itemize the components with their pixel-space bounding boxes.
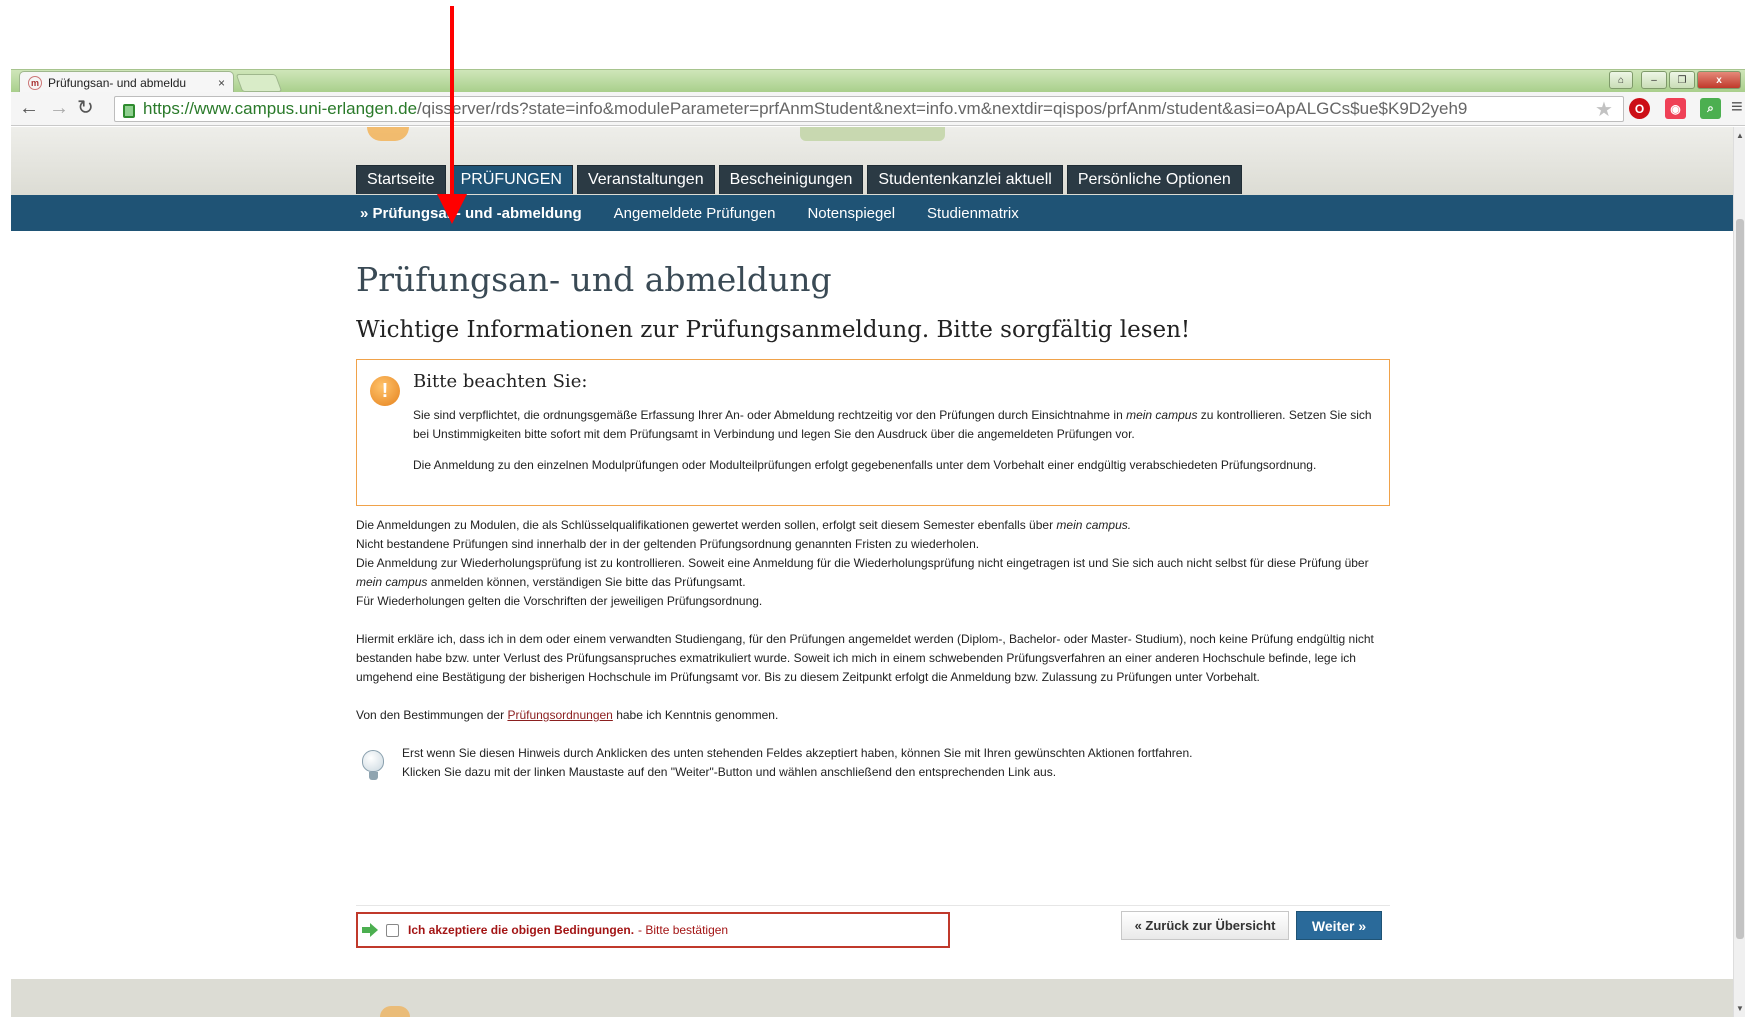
- scroll-thumb[interactable]: [1736, 219, 1744, 939]
- accept-conditions-field[interactable]: Ich akzeptiere die obigen Bedingungen. -…: [356, 912, 950, 948]
- address-bar[interactable]: https://www.campus.uni-erlangen.de /qiss…: [114, 96, 1624, 122]
- accept-hint: - Bitte bestätigen: [638, 923, 729, 937]
- regulations-paragraph: Von den Bestimmungen der Prüfungsordnung…: [356, 708, 779, 722]
- scrollbar[interactable]: ▲ ▼: [1733, 127, 1745, 1017]
- scroll-down-icon[interactable]: ▼: [1734, 1004, 1745, 1013]
- main-tab-startseite[interactable]: Startseite: [356, 165, 446, 194]
- main-tab-veranstaltungen[interactable]: Veranstaltungen: [576, 165, 715, 194]
- hint-text: Erst wenn Sie diesen Hinweis durch Ankli…: [402, 746, 1193, 779]
- notice-box: ! Bitte beachten Sie: Sie sind verpflich…: [356, 359, 1390, 506]
- new-tab-button[interactable]: [235, 74, 283, 92]
- green-extension-icon[interactable]: ⌕: [1700, 98, 1721, 119]
- scroll-up-icon[interactable]: ▲: [1734, 131, 1745, 140]
- user-icon[interactable]: ⌂: [1609, 71, 1633, 89]
- back-icon[interactable]: ←: [19, 98, 39, 118]
- browser-tab-title: Prüfungsan- und abmeldu: [48, 76, 187, 90]
- minimize-button[interactable]: –: [1641, 71, 1667, 89]
- header-decoration: [800, 127, 945, 141]
- screenshot-stage: m Prüfungsan- und abmeldu × ⌂ – ❐ x ← → …: [0, 0, 1745, 1017]
- main-content: Prüfungsan- und abmeldung Wichtige Infor…: [356, 260, 1390, 812]
- warning-icon: !: [370, 376, 400, 406]
- tab-close-icon[interactable]: ×: [218, 76, 225, 90]
- menu-icon[interactable]: ≡: [1731, 96, 1743, 119]
- notice-paragraph-1: Sie sind verpflichtet, die ordnungsgemäß…: [413, 408, 1372, 441]
- forward-icon[interactable]: →: [49, 98, 69, 118]
- declaration-paragraph: Hiermit erkläre ich, dass ich in dem ode…: [356, 632, 1374, 684]
- main-tab-pruefungen[interactable]: PRÜFUNGEN: [449, 165, 573, 194]
- subnav-item-studienmatrix[interactable]: Studienmatrix: [927, 205, 1019, 222]
- main-tab-bescheinigungen[interactable]: Bescheinigungen: [718, 165, 864, 194]
- annotation-arrow-head: [437, 194, 467, 224]
- maximize-button[interactable]: ❐: [1669, 71, 1695, 89]
- arrow-right-icon: [362, 923, 378, 937]
- pocket-icon[interactable]: ◉: [1665, 98, 1686, 119]
- annotation-arrow-line: [450, 6, 454, 196]
- pruefungsordnungen-link[interactable]: Prüfungsordnungen: [507, 708, 612, 722]
- accept-label[interactable]: Ich akzeptiere die obigen Bedingungen.: [408, 923, 634, 937]
- lock-icon: [123, 104, 135, 118]
- form-divider: [356, 905, 1390, 906]
- sub-navigation: » Prüfungsan- und -abmeldung Angemeldete…: [11, 195, 1733, 231]
- main-navigation: Startseite PRÜFUNGEN Veranstaltungen Bes…: [356, 165, 1242, 194]
- page-footer: [11, 979, 1733, 1017]
- browser-tab-strip: m Prüfungsan- und abmeldu × ⌂ – ❐ x: [11, 69, 1745, 94]
- lightbulb-icon: [362, 750, 384, 772]
- url-path: /qisserver/rds?state=info&moduleParamete…: [417, 99, 1468, 118]
- page-subtitle: Wichtige Informationen zur Prüfungsanmel…: [356, 317, 1191, 343]
- next-button[interactable]: Weiter »: [1296, 911, 1382, 940]
- site-favicon-icon: m: [28, 76, 42, 90]
- main-tab-studentenkanzlei[interactable]: Studentenkanzlei aktuell: [867, 165, 1063, 194]
- footer-decoration: [380, 1006, 410, 1017]
- close-window-button[interactable]: x: [1697, 71, 1741, 89]
- opera-icon[interactable]: O: [1629, 98, 1650, 119]
- browser-tab[interactable]: m Prüfungsan- und abmeldu ×: [19, 71, 234, 94]
- reload-icon[interactable]: ↻: [77, 98, 94, 118]
- page-title: Prüfungsan- und abmeldung: [356, 260, 832, 299]
- subnav-item-pruefungsanmeldung[interactable]: » Prüfungsan- und -abmeldung: [360, 205, 582, 222]
- lightbulb-base: [369, 772, 378, 780]
- subnav-item-angemeldete-pruefungen[interactable]: Angemeldete Prüfungen: [614, 205, 776, 222]
- notice-paragraph-2: Die Anmeldung zu den einzelnen Modulprüf…: [413, 458, 1317, 472]
- url-host: https://www.campus.uni-erlangen.de: [143, 99, 418, 118]
- accept-checkbox[interactable]: [386, 923, 399, 937]
- main-tab-persoenliche-optionen[interactable]: Persönliche Optionen: [1066, 165, 1242, 194]
- info-paragraph: Die Anmeldungen zu Modulen, die als Schl…: [356, 518, 1369, 608]
- back-to-overview-button[interactable]: « Zurück zur Übersicht: [1121, 911, 1289, 940]
- window-controls: ⌂ – ❐ x: [1609, 71, 1741, 89]
- notice-heading: Bitte beachten Sie:: [413, 371, 588, 392]
- hint-box: Erst wenn Sie diesen Hinweis durch Ankli…: [356, 744, 1390, 782]
- subnav-item-notenspiegel[interactable]: Notenspiegel: [807, 205, 895, 222]
- star-icon[interactable]: ★: [1595, 97, 1613, 122]
- browser-toolbar: ← → ↻ https://www.campus.uni-erlangen.de…: [11, 92, 1745, 126]
